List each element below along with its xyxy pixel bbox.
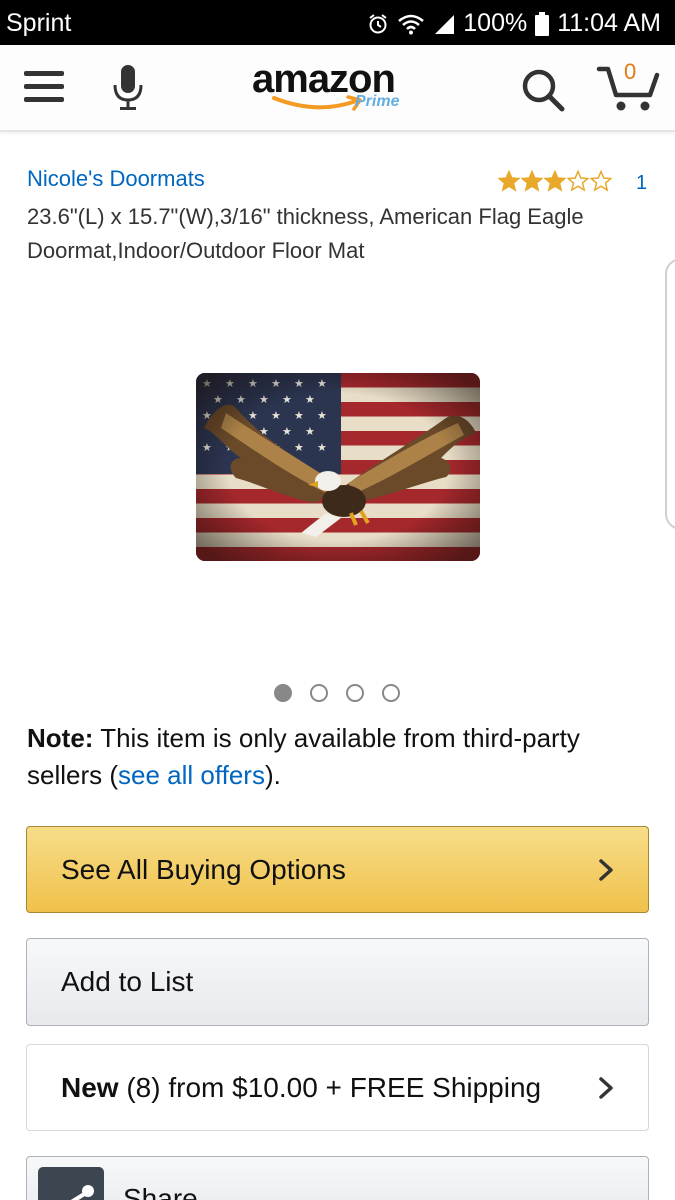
battery-percent: 100% <box>463 9 528 37</box>
cart-count: 0 <box>624 59 637 84</box>
note-label: Note: <box>27 723 94 753</box>
search-icon[interactable] <box>520 67 566 113</box>
seller-link[interactable]: Nicole's Doormats <box>27 166 205 192</box>
see-all-buying-options-button[interactable]: See All Buying Options <box>26 826 649 913</box>
carrier-name: Sprint <box>6 9 72 37</box>
star-filled-icon <box>544 170 566 192</box>
star-empty-icon <box>590 170 612 192</box>
clock: 11:04 AM <box>557 9 661 37</box>
share-label: Share <box>123 1183 198 1200</box>
availability-note: Note: This item is only available from t… <box>27 720 647 794</box>
share-button[interactable]: Share <box>26 1156 649 1200</box>
product-title: 23.6"(L) x 15.7"(W),3/16" thickness, Ame… <box>27 204 584 263</box>
carousel-dot[interactable] <box>310 684 328 702</box>
carousel-dot[interactable] <box>382 684 400 702</box>
amazon-prime-logo[interactable]: amazon Prime <box>250 57 420 117</box>
see-all-offers-link[interactable]: see all offers <box>118 760 265 790</box>
image-carousel-dots[interactable] <box>274 684 400 702</box>
flag-eagle-doormat-image: ★★★★★★ ★★★★★ ★★★★★★ ★★★★★ ★★★★★★ <box>196 373 480 561</box>
note-text: This item is only available from third-p… <box>27 723 580 790</box>
chevron-right-icon <box>599 858 613 881</box>
buying-options-label: See All Buying Options <box>61 853 346 885</box>
review-count-link[interactable]: 1 <box>636 172 647 195</box>
share-icon <box>38 1167 104 1200</box>
new-offers-label: New (8) from $10.00 + FREE Shipping <box>61 1072 541 1104</box>
new-label: New <box>61 1071 119 1103</box>
new-offers-detail: (8) from $10.00 + FREE Shipping <box>118 1071 542 1103</box>
product-image[interactable]: ★★★★★★ ★★★★★ ★★★★★★ ★★★★★ ★★★★★★ <box>196 373 480 561</box>
carousel-dot[interactable] <box>274 684 292 702</box>
status-bar: Sprint 100% 11:04 AM <box>0 0 675 45</box>
chevron-right-icon <box>599 1076 613 1099</box>
new-offers-button[interactable]: New (8) from $10.00 + FREE Shipping <box>26 1044 649 1131</box>
alarm-icon <box>369 13 387 33</box>
app-header: amazon Prime 0 <box>0 45 675 132</box>
carousel-dot[interactable] <box>346 684 364 702</box>
battery-icon <box>535 11 550 36</box>
add-to-list-button[interactable]: Add to List <box>26 938 649 1026</box>
wifi-icon <box>398 14 425 34</box>
star-filled-icon <box>498 170 520 192</box>
star-empty-icon <box>567 170 589 192</box>
add-to-list-label: Add to List <box>61 966 194 997</box>
status-icons: 100% 11:04 AM <box>367 9 661 38</box>
menu-icon[interactable] <box>24 69 64 105</box>
star-rating[interactable] <box>498 170 612 192</box>
side-drawer-handle[interactable] <box>665 258 675 530</box>
prime-label: Prime <box>355 93 400 110</box>
microphone-icon[interactable] <box>112 65 144 111</box>
signal-icon <box>435 14 455 34</box>
star-filled-icon <box>521 170 543 192</box>
note-text-end: ). <box>264 760 281 790</box>
